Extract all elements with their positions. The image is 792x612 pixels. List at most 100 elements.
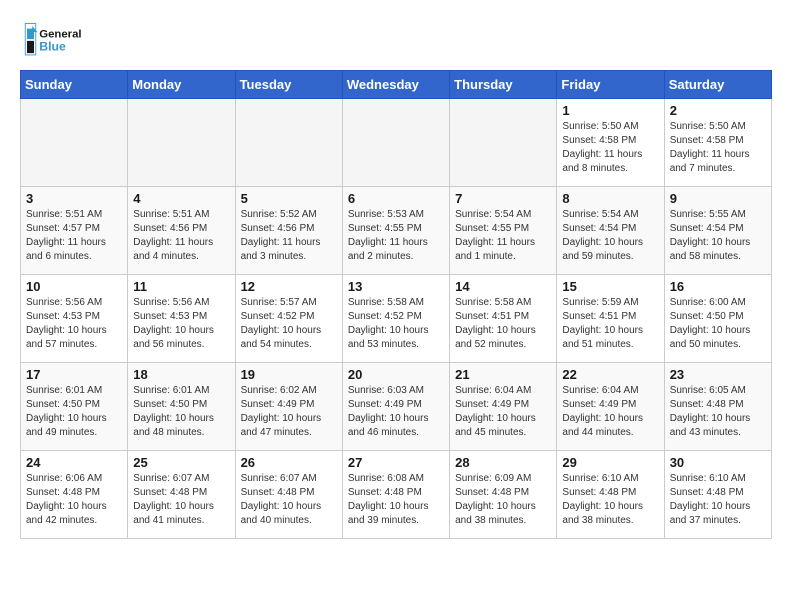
calendar-cell: 28 Sunrise: 6:09 AM Sunset: 4:48 PM Dayli…: [450, 451, 557, 539]
logo: General Blue: [20, 20, 90, 60]
calendar-cell: 11 Sunrise: 5:56 AM Sunset: 4:53 PM Dayli…: [128, 275, 235, 363]
cell-content: Sunrise: 6:03 AM Sunset: 4:49 PM Dayligh…: [348, 384, 444, 440]
day-number: 18: [133, 367, 229, 382]
calendar-cell: 23 Sunrise: 6:05 AM Sunset: 4:48 PM Dayli…: [664, 363, 771, 451]
calendar-cell: 21Sunrise: 6:04 AM Sunset: 4:49 PM Dayli…: [450, 363, 557, 451]
day-number: 12: [241, 279, 337, 294]
calendar-cell: 16Sunrise: 6:00 AM Sunset: 4:50 PM Dayli…: [664, 275, 771, 363]
day-number: 1: [562, 103, 658, 118]
calendar-header-monday: Monday: [128, 71, 235, 99]
cell-content: Sunrise: 5:51 AM Sunset: 4:56 PM Dayligh…: [133, 208, 229, 264]
calendar-cell: [450, 99, 557, 187]
cell-content: Sunrise: 5:52 AM Sunset: 4:56 PM Dayligh…: [241, 208, 337, 264]
cell-content: Sunrise: 6:04 AM Sunset: 4:49 PM Dayligh…: [562, 384, 658, 440]
calendar-header-saturday: Saturday: [664, 71, 771, 99]
day-number: 23: [670, 367, 766, 382]
calendar-cell: [235, 99, 342, 187]
cell-content: Sunrise: 5:50 AM Sunset: 4:58 PM Dayligh…: [670, 120, 766, 176]
calendar-cell: 17 Sunrise: 6:01 AM Sunset: 4:50 PM Dayli…: [21, 363, 128, 451]
cell-content: Sunrise: 6:08 AM Sunset: 4:48 PM Dayligh…: [348, 472, 444, 528]
day-number: 28: [455, 455, 551, 470]
svg-text:General: General: [39, 28, 81, 40]
calendar-cell: 3Sunrise: 5:51 AM Sunset: 4:57 PM Daylig…: [21, 187, 128, 275]
logo-svg: General Blue: [20, 20, 90, 60]
cell-content: Sunrise: 6:00 AM Sunset: 4:50 PM Dayligh…: [670, 296, 766, 352]
calendar-cell: 15 Sunrise: 5:59 AM Sunset: 4:51 PM Dayli…: [557, 275, 664, 363]
calendar-cell: 10 Sunrise: 5:56 AM Sunset: 4:53 PM Dayli…: [21, 275, 128, 363]
calendar-cell: 14 Sunrise: 5:58 AM Sunset: 4:51 PM Dayli…: [450, 275, 557, 363]
day-number: 13: [348, 279, 444, 294]
cell-content: Sunrise: 6:02 AM Sunset: 4:49 PM Dayligh…: [241, 384, 337, 440]
day-number: 8: [562, 191, 658, 206]
cell-content: Sunrise: 5:50 AM Sunset: 4:58 PM Dayligh…: [562, 120, 658, 176]
day-number: 22: [562, 367, 658, 382]
calendar-header-friday: Friday: [557, 71, 664, 99]
day-number: 2: [670, 103, 766, 118]
cell-content: Sunrise: 5:56 AM Sunset: 4:53 PM Dayligh…: [133, 296, 229, 352]
cell-content: Sunrise: 6:05 AM Sunset: 4:48 PM Dayligh…: [670, 384, 766, 440]
cell-content: Sunrise: 5:58 AM Sunset: 4:52 PM Dayligh…: [348, 296, 444, 352]
calendar-cell: 30Sunrise: 6:10 AM Sunset: 4:48 PM Dayli…: [664, 451, 771, 539]
cell-content: Sunrise: 5:54 AM Sunset: 4:55 PM Dayligh…: [455, 208, 551, 264]
calendar-cell: [342, 99, 449, 187]
calendar-week-row: 3Sunrise: 5:51 AM Sunset: 4:57 PM Daylig…: [21, 187, 772, 275]
day-number: 15: [562, 279, 658, 294]
calendar-cell: 20 Sunrise: 6:03 AM Sunset: 4:49 PM Dayli…: [342, 363, 449, 451]
calendar-header-row: SundayMondayTuesdayWednesdayThursdayFrid…: [21, 71, 772, 99]
cell-content: Sunrise: 6:01 AM Sunset: 4:50 PM Dayligh…: [133, 384, 229, 440]
calendar-week-row: 24 Sunrise: 6:06 AM Sunset: 4:48 PM Dayli…: [21, 451, 772, 539]
day-number: 4: [133, 191, 229, 206]
day-number: 29: [562, 455, 658, 470]
svg-text:Blue: Blue: [39, 40, 66, 54]
calendar-cell: 12 Sunrise: 5:57 AM Sunset: 4:52 PM Dayli…: [235, 275, 342, 363]
calendar-cell: 8 Sunrise: 5:54 AM Sunset: 4:54 PM Daylig…: [557, 187, 664, 275]
cell-content: Sunrise: 6:07 AM Sunset: 4:48 PM Dayligh…: [133, 472, 229, 528]
day-number: 19: [241, 367, 337, 382]
cell-content: Sunrise: 5:58 AM Sunset: 4:51 PM Dayligh…: [455, 296, 551, 352]
calendar-cell: 26Sunrise: 6:07 AM Sunset: 4:48 PM Dayli…: [235, 451, 342, 539]
calendar-cell: [21, 99, 128, 187]
calendar-cell: 7 Sunrise: 5:54 AM Sunset: 4:55 PM Daylig…: [450, 187, 557, 275]
cell-content: Sunrise: 5:57 AM Sunset: 4:52 PM Dayligh…: [241, 296, 337, 352]
day-number: 7: [455, 191, 551, 206]
calendar-cell: 13 Sunrise: 5:58 AM Sunset: 4:52 PM Dayli…: [342, 275, 449, 363]
calendar-header-sunday: Sunday: [21, 71, 128, 99]
cell-content: Sunrise: 5:59 AM Sunset: 4:51 PM Dayligh…: [562, 296, 658, 352]
calendar-cell: 6Sunrise: 5:53 AM Sunset: 4:55 PM Daylig…: [342, 187, 449, 275]
cell-content: Sunrise: 6:01 AM Sunset: 4:50 PM Dayligh…: [26, 384, 122, 440]
day-number: 24: [26, 455, 122, 470]
cell-content: Sunrise: 6:04 AM Sunset: 4:49 PM Dayligh…: [455, 384, 551, 440]
day-number: 27: [348, 455, 444, 470]
day-number: 5: [241, 191, 337, 206]
day-number: 6: [348, 191, 444, 206]
calendar-cell: 27 Sunrise: 6:08 AM Sunset: 4:48 PM Dayli…: [342, 451, 449, 539]
calendar-header-tuesday: Tuesday: [235, 71, 342, 99]
day-number: 20: [348, 367, 444, 382]
day-number: 14: [455, 279, 551, 294]
day-number: 11: [133, 279, 229, 294]
cell-content: Sunrise: 6:10 AM Sunset: 4:48 PM Dayligh…: [562, 472, 658, 528]
calendar-cell: 2 Sunrise: 5:50 AM Sunset: 4:58 PM Daylig…: [664, 99, 771, 187]
calendar-cell: 19 Sunrise: 6:02 AM Sunset: 4:49 PM Dayli…: [235, 363, 342, 451]
page-header: General Blue: [20, 20, 772, 60]
day-number: 17: [26, 367, 122, 382]
day-number: 10: [26, 279, 122, 294]
calendar-header-wednesday: Wednesday: [342, 71, 449, 99]
cell-content: Sunrise: 5:54 AM Sunset: 4:54 PM Dayligh…: [562, 208, 658, 264]
day-number: 30: [670, 455, 766, 470]
calendar-week-row: 1 Sunrise: 5:50 AM Sunset: 4:58 PM Daylig…: [21, 99, 772, 187]
calendar-week-row: 17 Sunrise: 6:01 AM Sunset: 4:50 PM Dayli…: [21, 363, 772, 451]
calendar-table: SundayMondayTuesdayWednesdayThursdayFrid…: [20, 70, 772, 539]
calendar-cell: 9Sunrise: 5:55 AM Sunset: 4:54 PM Daylig…: [664, 187, 771, 275]
cell-content: Sunrise: 5:51 AM Sunset: 4:57 PM Dayligh…: [26, 208, 122, 264]
cell-content: Sunrise: 6:09 AM Sunset: 4:48 PM Dayligh…: [455, 472, 551, 528]
day-number: 9: [670, 191, 766, 206]
calendar-cell: 4 Sunrise: 5:51 AM Sunset: 4:56 PM Daylig…: [128, 187, 235, 275]
cell-content: Sunrise: 5:56 AM Sunset: 4:53 PM Dayligh…: [26, 296, 122, 352]
calendar-cell: 18 Sunrise: 6:01 AM Sunset: 4:50 PM Dayli…: [128, 363, 235, 451]
cell-content: Sunrise: 6:06 AM Sunset: 4:48 PM Dayligh…: [26, 472, 122, 528]
calendar-cell: 5 Sunrise: 5:52 AM Sunset: 4:56 PM Daylig…: [235, 187, 342, 275]
calendar-cell: 24 Sunrise: 6:06 AM Sunset: 4:48 PM Dayli…: [21, 451, 128, 539]
day-number: 25: [133, 455, 229, 470]
calendar-header-thursday: Thursday: [450, 71, 557, 99]
